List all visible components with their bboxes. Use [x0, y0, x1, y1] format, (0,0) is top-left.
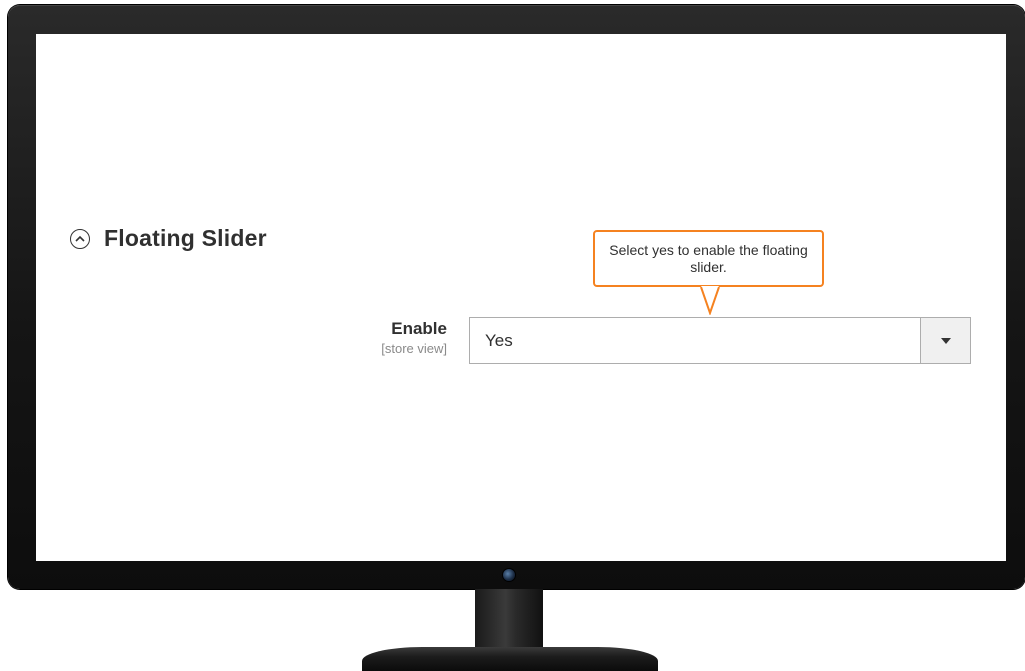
enable-select[interactable]: Yes	[469, 317, 971, 364]
section-header[interactable]: Floating Slider	[70, 225, 267, 252]
scope-label: [store view]	[381, 341, 447, 356]
monitor-stand-base	[362, 647, 658, 671]
tooltip-callout: Select yes to enable the floating slider…	[593, 230, 824, 287]
caret-down-icon	[940, 337, 951, 344]
callout-pointer	[700, 286, 720, 315]
field-label: Enable [store view]	[300, 318, 447, 357]
screen: Floating Slider Enable [store view] Yes …	[36, 34, 1006, 561]
callout-text: Select yes to enable the floating slider…	[609, 241, 808, 275]
webcam	[503, 569, 515, 581]
dropdown-button[interactable]	[920, 318, 970, 363]
select-value: Yes	[485, 330, 513, 350]
section-title: Floating Slider	[104, 225, 267, 251]
monitor-stand-neck	[475, 589, 543, 649]
enable-label: Enable	[391, 319, 447, 338]
collapse-circle-icon[interactable]	[70, 228, 90, 249]
